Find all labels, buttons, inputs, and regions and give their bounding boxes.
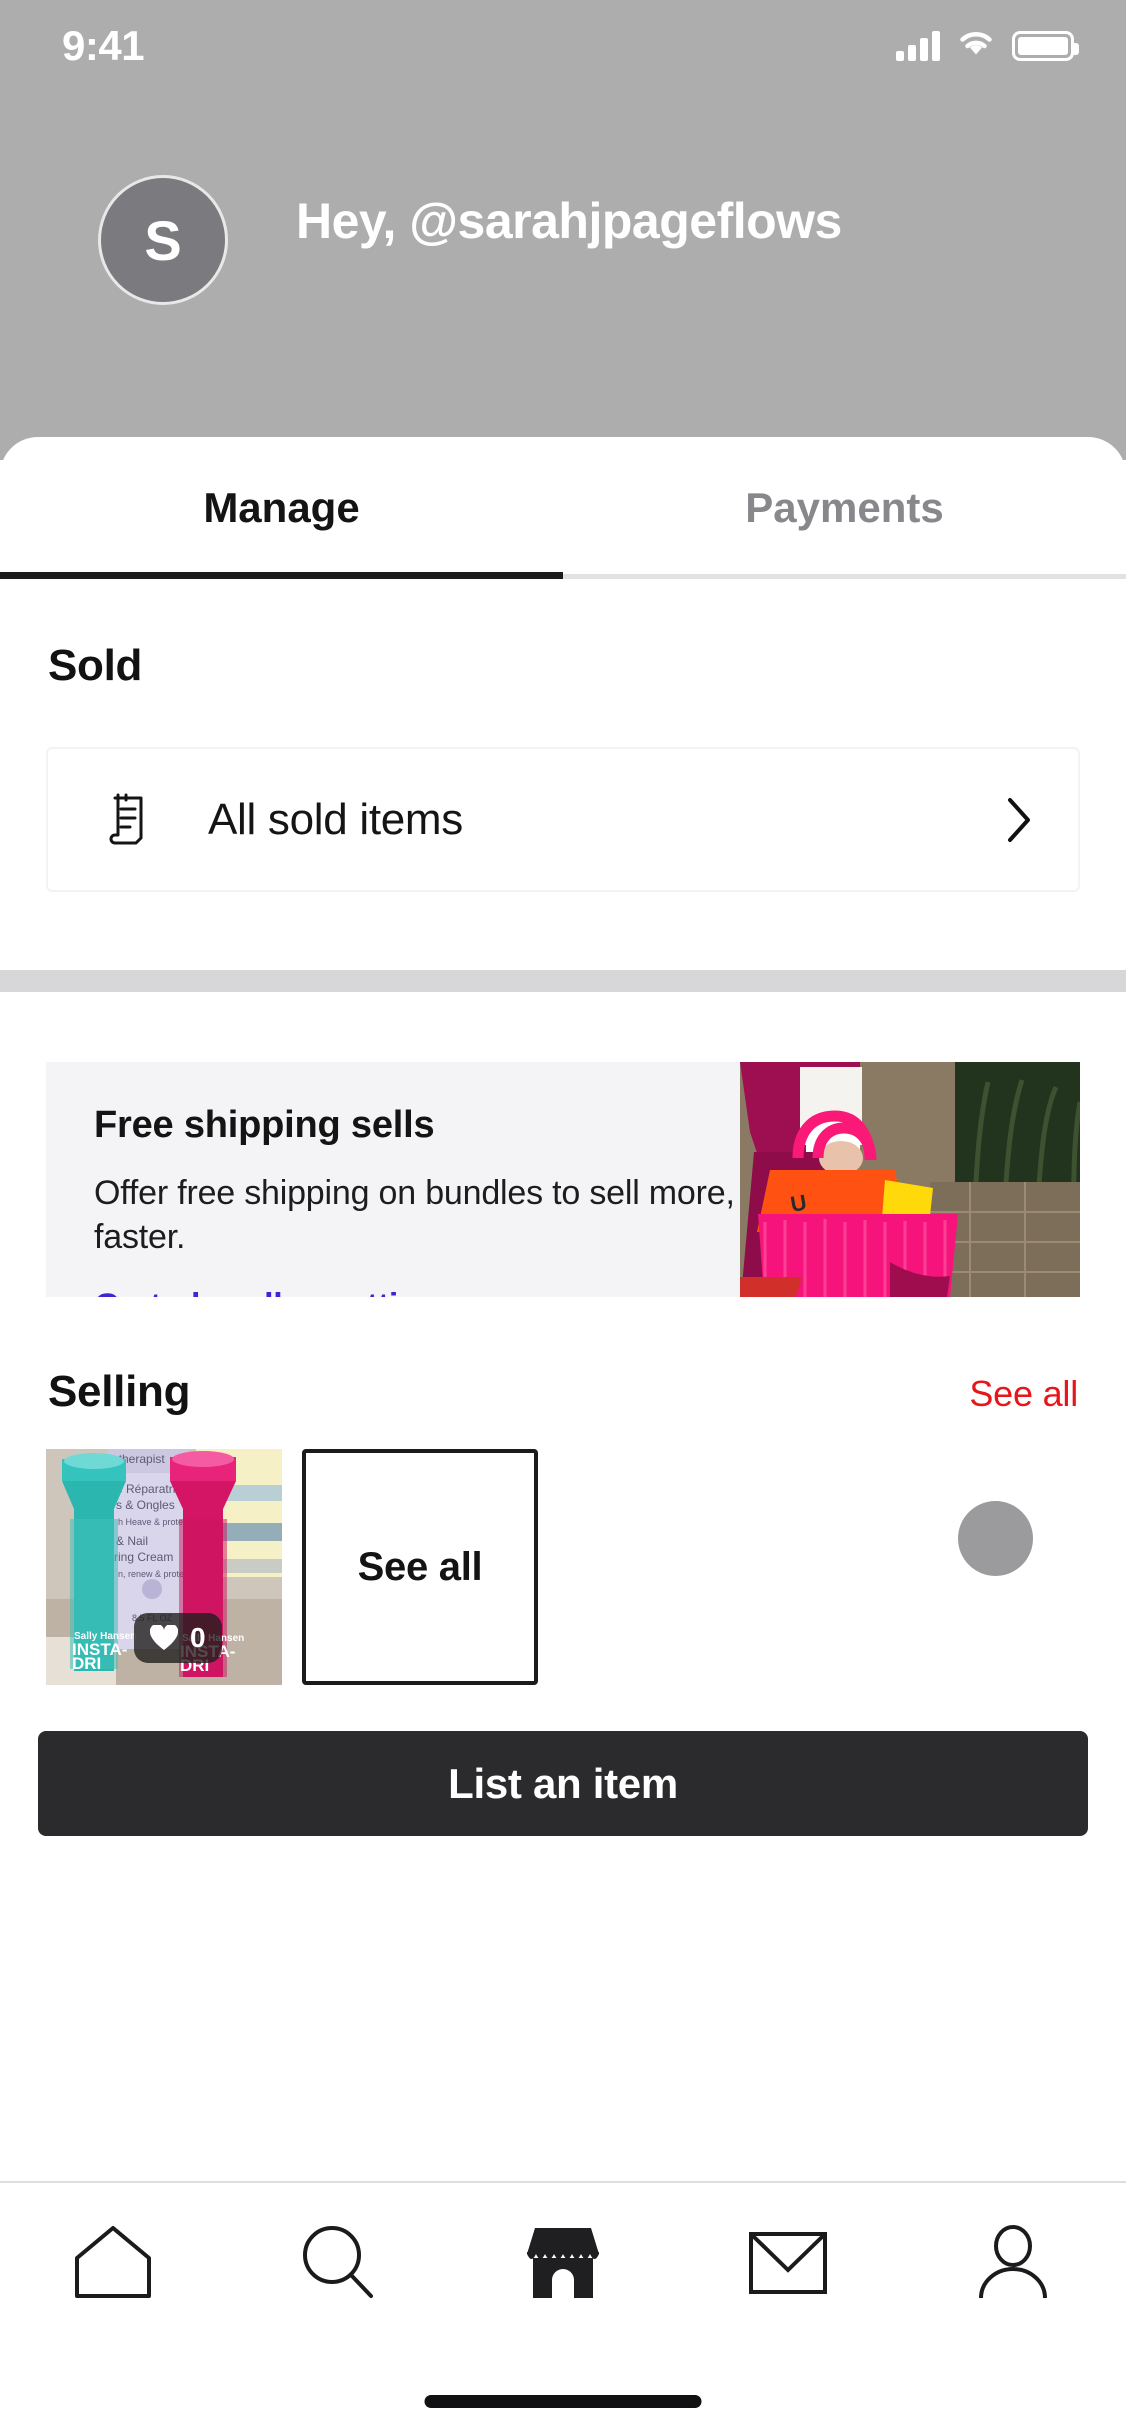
status-bar-right [896, 29, 1079, 64]
svg-text:s & Ongles: s & Ongles [116, 1498, 175, 1512]
tab-bar: Manage Payments [0, 437, 1126, 579]
see-all-card[interactable]: See all [302, 1449, 538, 1685]
svg-text:h Heave & prote: h Heave & prote [118, 1517, 183, 1527]
promo-link[interactable]: Go to bundles setting [94, 1287, 740, 1297]
nav-item-shop[interactable] [450, 2183, 675, 2348]
home-icon [72, 2224, 154, 2307]
profile-row: S Hey, @sarahjpageflows [0, 175, 1126, 305]
profile-icon [972, 2224, 1054, 2307]
cellular-signal-icon [896, 31, 940, 61]
svg-text:DRI: DRI [72, 1654, 101, 1673]
sold-section-title: Sold [48, 641, 143, 690]
bottom-navigation-bar [0, 2181, 1126, 2436]
all-sold-items-row[interactable]: All sold items [46, 747, 1080, 892]
tab-active-underline [0, 572, 563, 579]
chevron-right-icon [1004, 796, 1034, 844]
promo-banner[interactable]: Free shipping sells Offer free shipping … [46, 1062, 1080, 1297]
mail-icon [747, 2230, 829, 2301]
section-divider [0, 970, 1126, 992]
app-screen: 9:41 S Hey, @sarahjpageflows Manage Paym… [0, 0, 1126, 2436]
content-sheet: Manage Payments Sold All sold items Free… [0, 437, 1126, 2436]
svg-text:ring Cream: ring Cream [114, 1550, 173, 1564]
nav-item-home[interactable] [0, 2183, 225, 2348]
search-icon [297, 2223, 379, 2308]
nav-item-mail[interactable] [676, 2183, 901, 2348]
tab-payments[interactable]: Payments [563, 437, 1126, 579]
placeholder-dot [958, 1501, 1033, 1576]
svg-text:& Nail: & Nail [116, 1534, 148, 1548]
selling-see-all-link[interactable]: See all [969, 1373, 1078, 1415]
product-card[interactable]: otherapist e Réparatric s & Ongles h Hea… [46, 1449, 282, 1685]
see-all-card-label: See all [357, 1544, 483, 1589]
selling-items-row: otherapist e Réparatric s & Ongles h Hea… [0, 1417, 1126, 1685]
avatar[interactable]: S [98, 175, 228, 305]
profile-header: 9:41 S Hey, @sarahjpageflows [0, 0, 1126, 460]
nav-item-search[interactable] [225, 2183, 450, 2348]
list-an-item-button[interactable]: List an item [38, 1731, 1088, 1836]
list-an-item-label: List an item [448, 1759, 678, 1807]
all-sold-items-label: All sold items [208, 794, 463, 844]
shop-icon [522, 2224, 604, 2307]
promo-image: U N [740, 1062, 1080, 1297]
selling-section-title: Selling [48, 1367, 191, 1416]
home-indicator [424, 2395, 702, 2408]
battery-icon [1012, 31, 1079, 61]
promo-text-block: Free shipping sells Offer free shipping … [46, 1062, 740, 1297]
moon-icon [156, 30, 186, 62]
wifi-icon [956, 29, 996, 64]
selling-section-header: Selling See all [0, 1297, 1126, 1417]
greeting-text: Hey, @sarahjpageflows [296, 193, 842, 249]
status-bar-left: 9:41 [62, 22, 186, 70]
nav-item-profile[interactable] [901, 2183, 1126, 2348]
receipt-icon [106, 791, 152, 849]
status-bar-time: 9:41 [62, 22, 145, 69]
like-count: 0 [190, 1622, 206, 1653]
avatar-initial: S [144, 208, 182, 272]
status-bar: 9:41 [0, 0, 1126, 92]
promo-body: Offer free shipping on bundles to sell m… [94, 1174, 735, 1256]
like-badge: 0 [134, 1613, 222, 1663]
promo-title: Free shipping sells [94, 1104, 435, 1146]
heart-icon [149, 1623, 179, 1651]
bottom-nav-items [0, 2183, 1126, 2348]
tab-manage[interactable]: Manage [0, 437, 563, 579]
